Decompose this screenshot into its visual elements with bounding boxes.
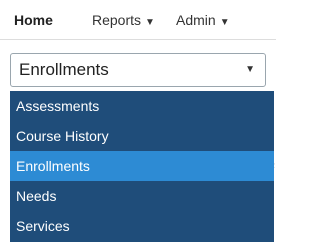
- nav-divider: [0, 39, 276, 40]
- option-services[interactable]: Services: [10, 211, 274, 241]
- top-navigation: Home Reports ▼ Admin ▼: [0, 0, 276, 40]
- chevron-down-icon[interactable]: ▼: [245, 54, 255, 86]
- nav-home-link[interactable]: Home: [14, 4, 53, 36]
- view-select[interactable]: Enrollments ▼: [10, 53, 266, 87]
- option-enrollments[interactable]: Enrollments: [10, 151, 274, 181]
- chevron-down-icon: ▼: [219, 17, 230, 28]
- nav-admin-label: Admin: [176, 12, 216, 28]
- view-select-value: Enrollments: [19, 60, 109, 79]
- nav-home-label: Home: [14, 12, 53, 28]
- option-course-history[interactable]: Course History: [10, 121, 274, 151]
- nav-admin-menu[interactable]: Admin ▼: [176, 4, 230, 36]
- view-select-dropdown: Assessments Course History Enrollments N…: [10, 91, 274, 242]
- nav-reports-label: Reports: [92, 12, 142, 28]
- chevron-down-icon: ▼: [145, 17, 155, 28]
- option-needs[interactable]: Needs: [10, 181, 274, 211]
- nav-reports-menu[interactable]: Reports ▼: [92, 4, 155, 36]
- option-assessments[interactable]: Assessments: [10, 91, 274, 121]
